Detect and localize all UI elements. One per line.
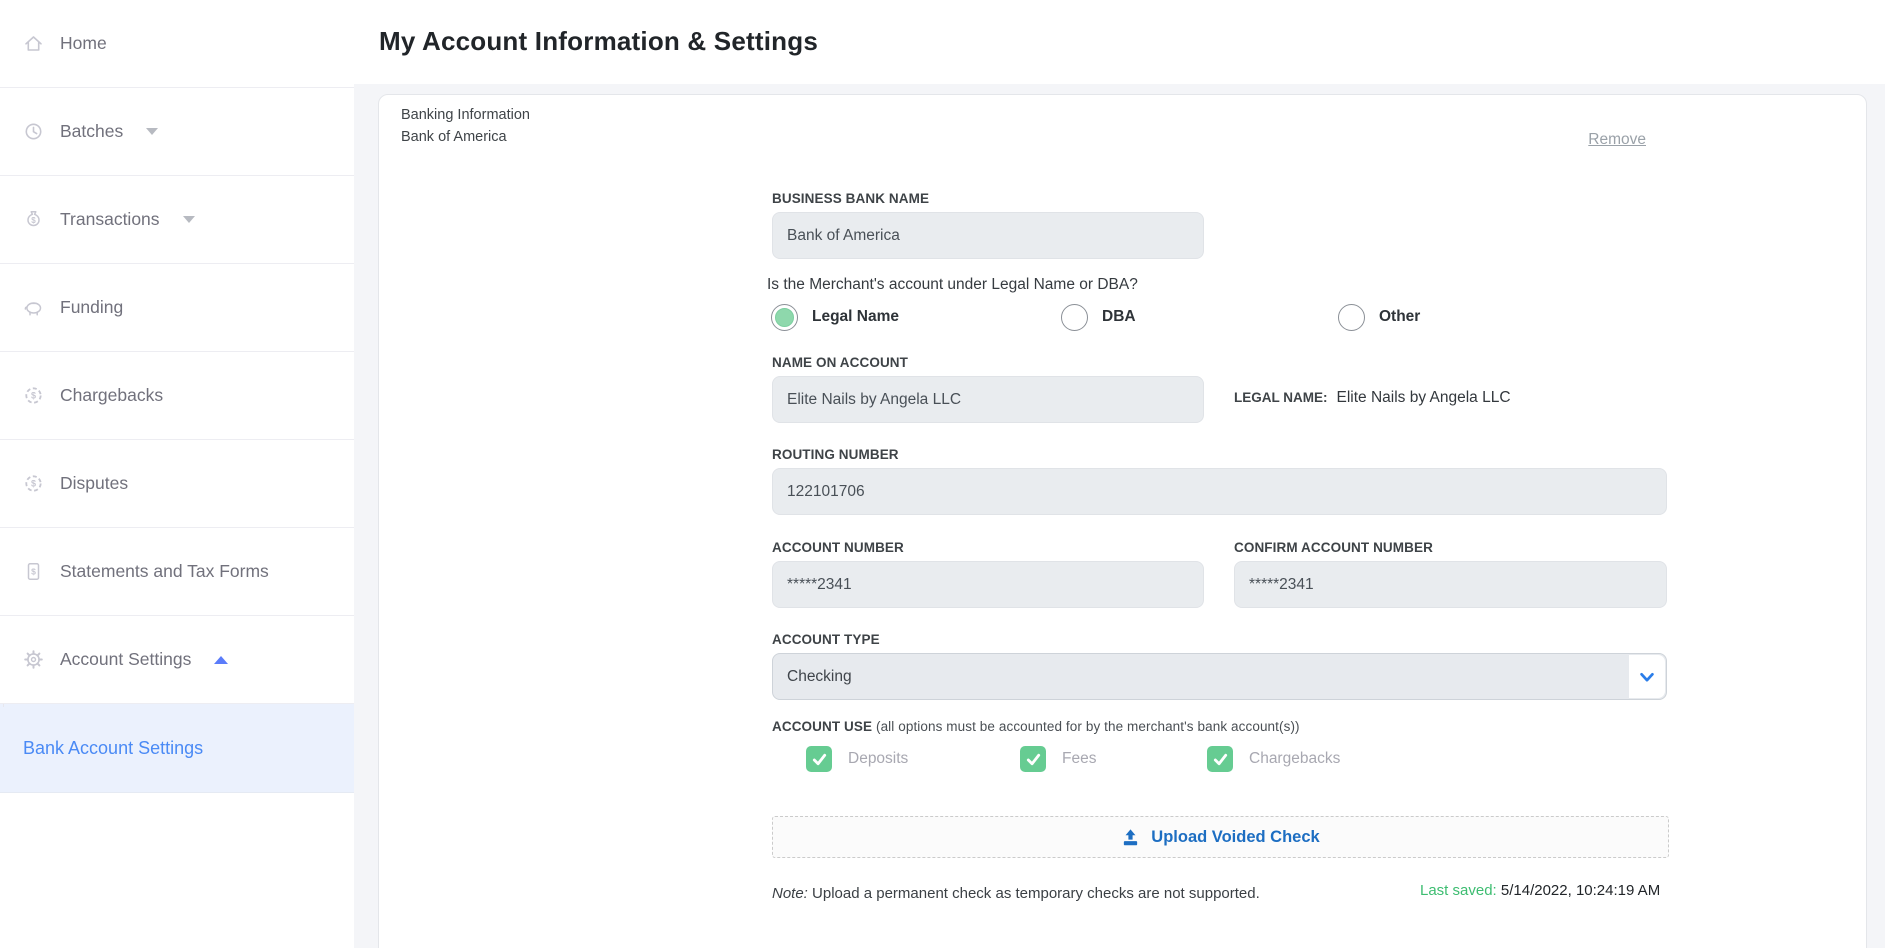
chevron-down-icon [1637, 668, 1657, 686]
sidebar-item-batches[interactable]: Batches [0, 88, 354, 176]
sidebar: Home Batches $ Transactions Funding $ [0, 0, 354, 948]
check-icon [1212, 751, 1229, 768]
routing-number-label: ROUTING NUMBER [772, 447, 899, 462]
money-bag-icon: $ [23, 209, 44, 230]
sidebar-item-label: Chargebacks [60, 385, 163, 406]
sidebar-subitem-label: Bank Account Settings [23, 738, 203, 759]
sidebar-item-chargebacks[interactable]: $ Chargebacks [0, 352, 354, 440]
svg-text:$: $ [31, 479, 36, 489]
name-on-account-input[interactable] [772, 376, 1204, 423]
dollar-badge-icon: $ [23, 473, 44, 494]
svg-text:$: $ [31, 566, 36, 576]
statement-dollar-icon: $ [23, 561, 44, 582]
gear-icon [23, 649, 44, 670]
radio-button[interactable] [771, 304, 798, 331]
legal-name-row: LEGAL NAME: Elite Nails by Angela LLC [1234, 389, 1511, 407]
sidebar-item-label: Batches [60, 121, 123, 142]
routing-number-input[interactable] [772, 468, 1667, 515]
upload-button-label: Upload Voided Check [1151, 828, 1319, 847]
radio-label: Other [1379, 308, 1420, 326]
note-prefix: Note: [772, 885, 808, 902]
account-type-select[interactable]: Checking [772, 653, 1667, 700]
sidebar-item-label: Home [60, 33, 107, 54]
piggy-bank-icon [23, 297, 44, 318]
check-icon [1025, 751, 1042, 768]
chevron-up-icon [214, 656, 228, 664]
account-use-label-note: (all options must be accounted for by th… [876, 719, 1300, 734]
banking-information-card: Banking Information Bank of America Remo… [378, 94, 1867, 948]
legal-or-dba-question: Is the Merchant's account under Legal Na… [767, 276, 1138, 294]
radio-label: DBA [1102, 308, 1136, 326]
upload-icon [1121, 828, 1140, 847]
business-bank-name-label: BUSINESS BANK NAME [772, 191, 929, 206]
sidebar-item-transactions[interactable]: $ Transactions [0, 176, 354, 264]
remove-bank-link[interactable]: Remove [1588, 131, 1646, 149]
checkbox-option-chargebacks[interactable]: Chargebacks [1207, 746, 1340, 772]
last-saved-label: Last saved: [1420, 882, 1497, 899]
svg-text:$: $ [31, 216, 36, 225]
last-saved-value: 5/14/2022, 10:24:19 AM [1501, 882, 1660, 899]
account-type-value: Checking [787, 668, 852, 686]
sidebar-item-account-settings[interactable]: Account Settings [0, 616, 354, 704]
legal-name-value: Elite Nails by Angela LLC [1337, 389, 1511, 407]
main-content: My Account Information & Settings Bankin… [354, 0, 1885, 948]
radio-button[interactable] [1061, 304, 1088, 331]
name-on-account-label: NAME ON ACCOUNT [772, 355, 908, 370]
select-chevron-box[interactable] [1629, 655, 1665, 698]
home-icon [23, 33, 44, 54]
note-text: Upload a permanent check as temporary ch… [812, 885, 1260, 902]
legal-name-label: LEGAL NAME: [1234, 390, 1328, 405]
radio-option-legal-name[interactable]: Legal Name [771, 303, 899, 331]
checkbox[interactable] [1207, 746, 1233, 772]
sidebar-subitem-bank-account-settings[interactable]: Bank Account Settings [0, 704, 354, 793]
card-subtitle: Bank of America [401, 129, 507, 145]
checkbox-option-deposits[interactable]: Deposits [806, 746, 908, 772]
radio-button[interactable] [1338, 304, 1365, 331]
confirm-account-number-input[interactable] [1234, 561, 1667, 608]
account-number-label: ACCOUNT NUMBER [772, 540, 904, 555]
chevron-down-icon [146, 128, 158, 135]
upload-voided-check-button[interactable]: Upload Voided Check [772, 816, 1669, 858]
sidebar-item-statements[interactable]: $ Statements and Tax Forms [0, 528, 354, 616]
checkbox-label: Fees [1062, 750, 1096, 768]
account-type-label: ACCOUNT TYPE [772, 632, 880, 647]
chevron-down-icon [183, 216, 195, 223]
confirm-account-number-label: CONFIRM ACCOUNT NUMBER [1234, 540, 1433, 555]
check-icon [811, 751, 828, 768]
radio-option-dba[interactable]: DBA [1061, 303, 1136, 331]
sidebar-item-label: Account Settings [60, 649, 191, 670]
last-saved: Last saved: 5/14/2022, 10:24:19 AM [1420, 878, 1670, 903]
sidebar-item-label: Statements and Tax Forms [60, 561, 269, 582]
page-title: My Account Information & Settings [379, 26, 818, 57]
sidebar-item-label: Disputes [60, 473, 128, 494]
checkbox-option-fees[interactable]: Fees [1020, 746, 1096, 772]
account-use-label-main: ACCOUNT USE [772, 719, 872, 734]
clock-icon [23, 121, 44, 142]
account-number-input[interactable] [772, 561, 1204, 608]
svg-text:$: $ [31, 391, 36, 401]
sidebar-item-funding[interactable]: Funding [0, 264, 354, 352]
checkbox[interactable] [1020, 746, 1046, 772]
page-header: My Account Information & Settings [354, 0, 1885, 84]
account-use-label: ACCOUNT USE (all options must be account… [772, 719, 1300, 734]
app-root: Home Batches $ Transactions Funding $ [0, 0, 1885, 948]
radio-label: Legal Name [812, 308, 899, 326]
business-bank-name-input[interactable] [772, 212, 1204, 259]
sidebar-item-home[interactable]: Home [0, 0, 354, 88]
dollar-badge-icon: $ [23, 385, 44, 406]
checkbox-label: Chargebacks [1249, 750, 1340, 768]
sidebar-item-label: Transactions [60, 209, 160, 230]
sidebar-item-label: Funding [60, 297, 123, 318]
card-title: Banking Information [401, 107, 530, 123]
checkbox-label: Deposits [848, 750, 908, 768]
radio-option-other[interactable]: Other [1338, 303, 1420, 331]
upload-note: Note: Upload a permanent check as tempor… [772, 882, 1260, 906]
checkbox[interactable] [806, 746, 832, 772]
sidebar-item-disputes[interactable]: $ Disputes [0, 440, 354, 528]
